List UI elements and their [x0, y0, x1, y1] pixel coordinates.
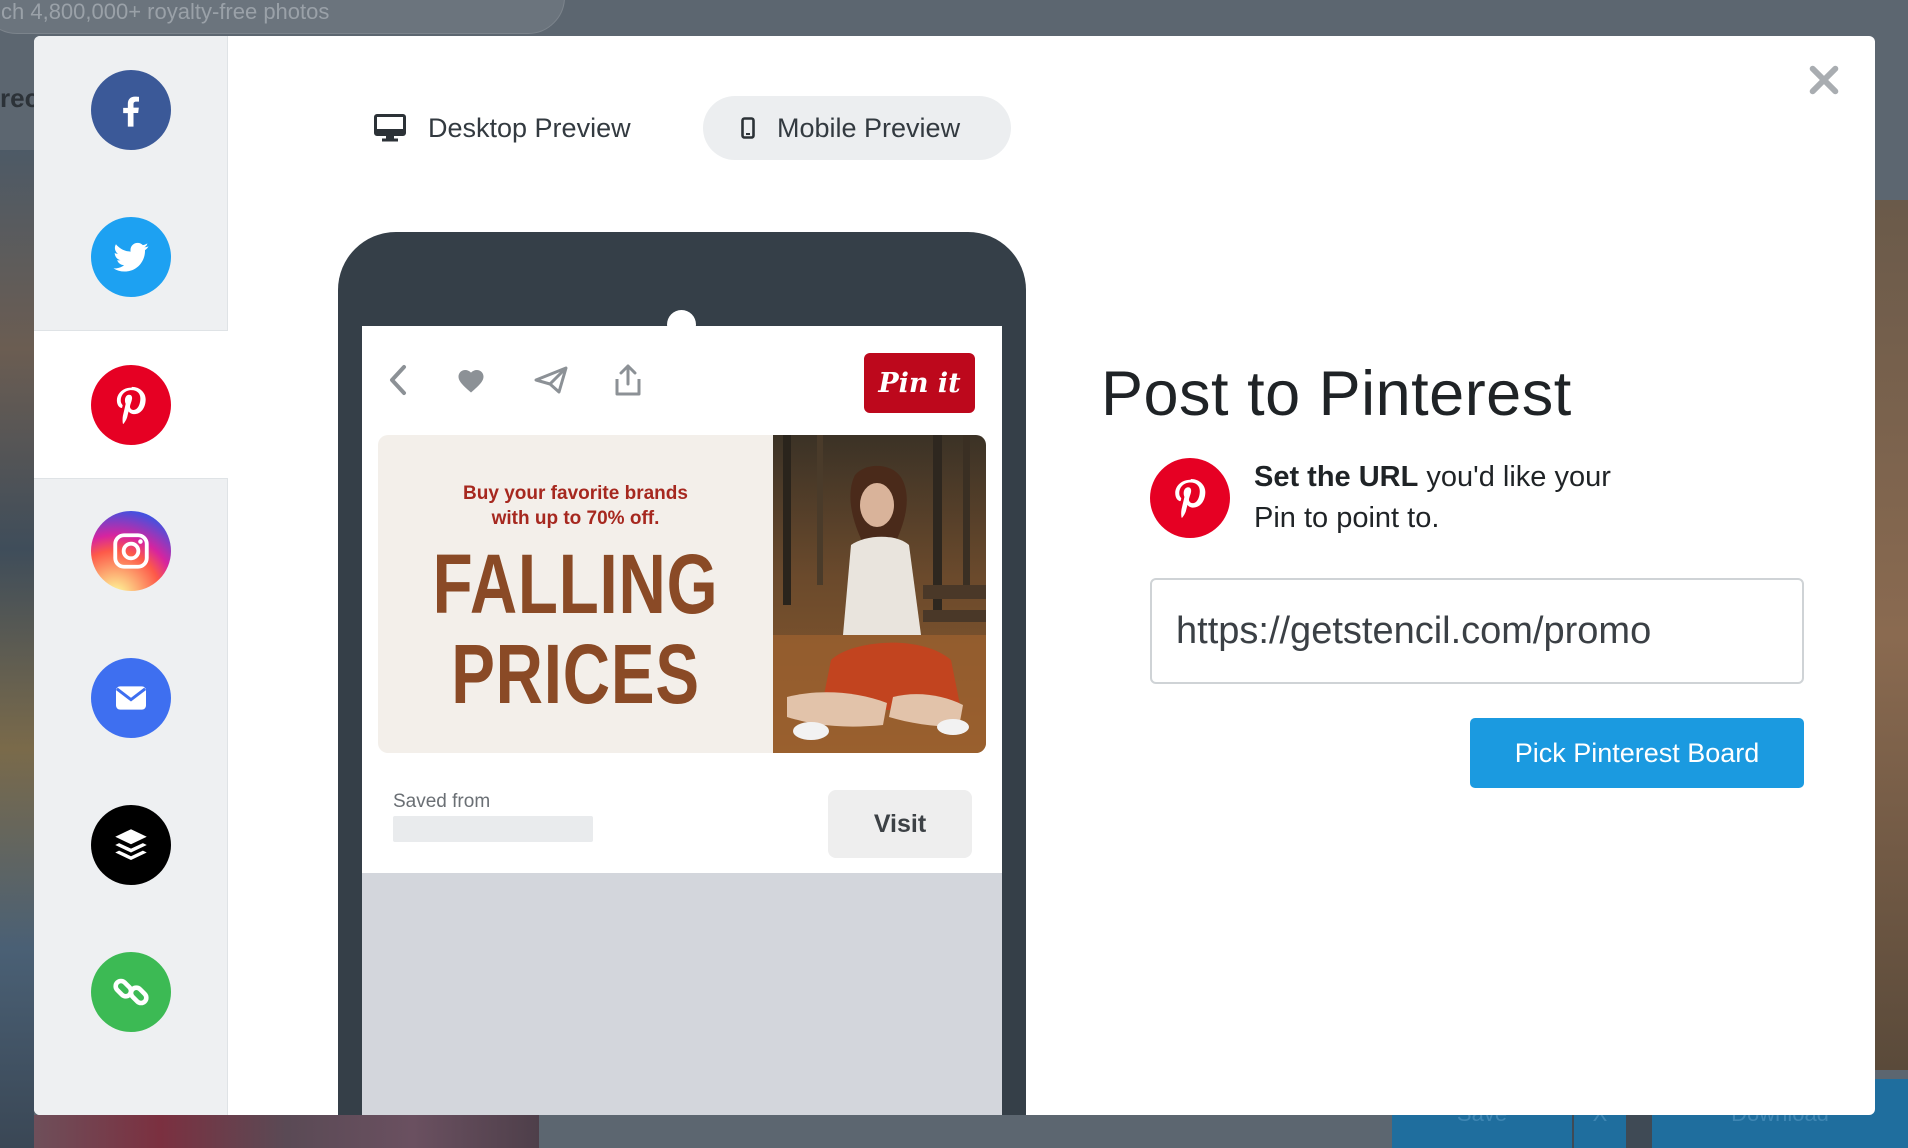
url-instructions: Set the URL you'd like your Pin to point…	[1254, 457, 1614, 539]
share-sidebar	[34, 36, 228, 1115]
share-facebook[interactable]	[34, 36, 227, 183]
promo-subtitle-line2: with up to 70% off.	[491, 508, 660, 529]
phone-mockup: Pin it Buy your favorite brands with up …	[338, 232, 1026, 1115]
promo-subtitle-line1: Buy your favorite brands	[463, 483, 688, 504]
tab-desktop-preview[interactable]: Desktop Preview	[374, 96, 704, 160]
share-twitter[interactable]	[34, 183, 227, 330]
phone-icon	[741, 117, 755, 139]
promo-title-line1: FALLING	[432, 537, 719, 631]
share-modal: Desktop Preview Mobile Preview Pin it Bu…	[34, 36, 1875, 1115]
page-title: Post to Pinterest	[1101, 359, 1572, 429]
back-chevron-icon[interactable]	[386, 360, 410, 400]
background-thumbnails-bottom	[34, 1115, 539, 1148]
share-buffer[interactable]	[34, 771, 227, 918]
url-input[interactable]	[1150, 578, 1804, 684]
tab-mobile-preview[interactable]: Mobile Preview	[703, 96, 1011, 160]
promo-title-line2: PRICES	[451, 627, 700, 721]
pin-it-button[interactable]: Pin it	[864, 353, 975, 413]
close-icon	[1809, 65, 1839, 95]
buffer-icon	[90, 804, 171, 885]
instagram-icon	[90, 510, 171, 591]
twitter-icon	[90, 216, 171, 297]
visit-button[interactable]: Visit	[828, 790, 972, 858]
heart-icon[interactable]	[456, 360, 486, 400]
share-instagram[interactable]	[34, 477, 227, 624]
share-pinterest[interactable]	[34, 330, 228, 479]
instructions-bold: Set the URL	[1254, 461, 1419, 493]
pick-board-button[interactable]: Pick Pinterest Board	[1470, 718, 1804, 788]
pinterest-icon	[91, 364, 171, 445]
tab-desktop-label: Desktop Preview	[428, 112, 631, 143]
share-email[interactable]	[34, 624, 227, 771]
promo-image: Buy your favorite brands with up to 70% …	[378, 435, 986, 753]
promo-subtitle: Buy your favorite brands with up to 70% …	[378, 481, 773, 531]
background-search-bar: ch 4,800,000+ royalty-free photos	[0, 0, 565, 34]
saved-from-label: Saved from	[393, 791, 491, 812]
link-icon	[90, 951, 171, 1032]
send-icon[interactable]	[534, 360, 568, 400]
close-button[interactable]	[1804, 60, 1844, 100]
tab-mobile-label: Mobile Preview	[777, 112, 961, 143]
pin-card: Pin it Buy your favorite brands with up …	[362, 326, 1002, 873]
phone-screen: Pin it Buy your favorite brands with up …	[362, 326, 1002, 1115]
email-icon	[90, 657, 171, 738]
background-thumbnails-left	[0, 150, 34, 1148]
share-link[interactable]	[34, 918, 227, 1065]
share-icon[interactable]	[614, 360, 642, 400]
monitor-icon	[374, 114, 406, 142]
pinterest-badge-icon	[1150, 458, 1230, 538]
saved-from-placeholder	[393, 816, 593, 842]
background-image-right	[1874, 200, 1908, 1070]
promo-photo	[773, 435, 986, 753]
promo-text-area: Buy your favorite brands with up to 70% …	[378, 435, 773, 753]
facebook-icon	[90, 69, 171, 150]
